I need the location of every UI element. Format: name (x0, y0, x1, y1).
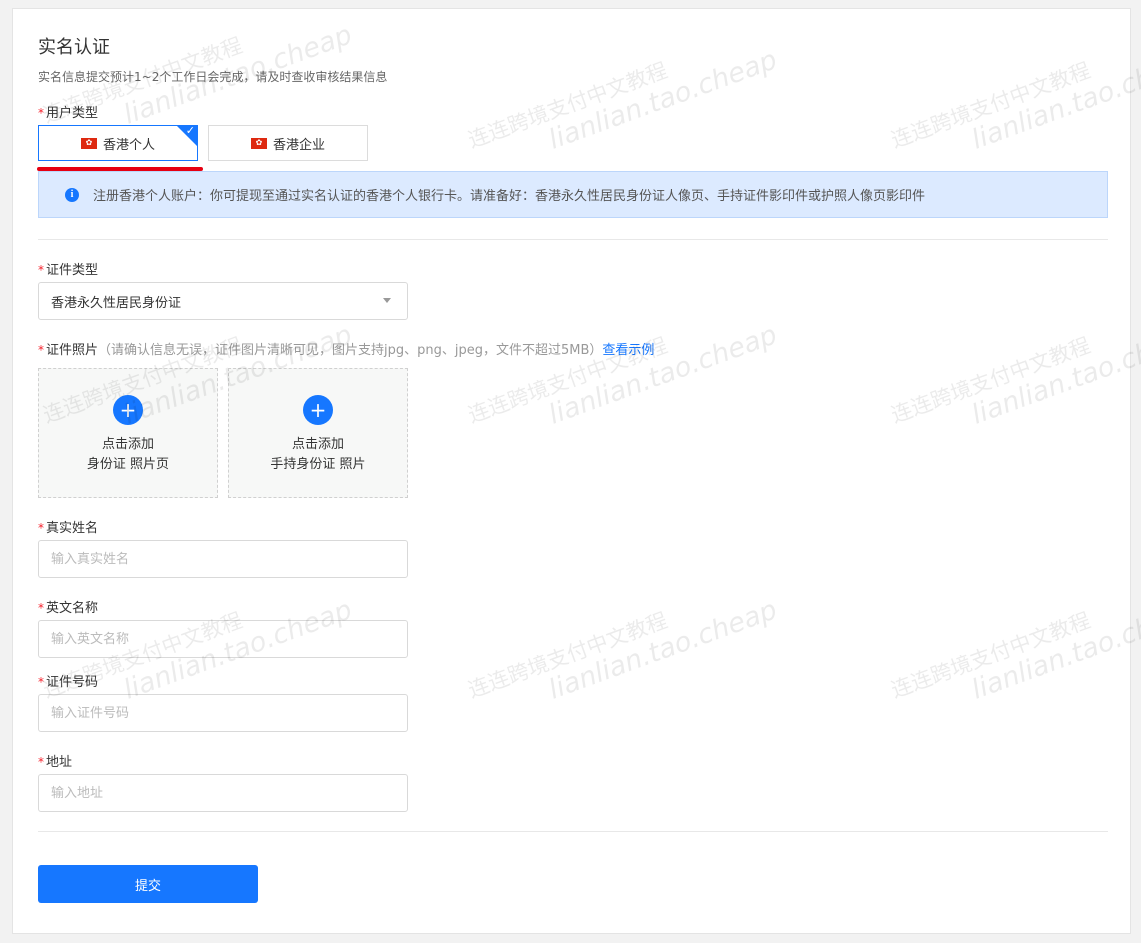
id-type-value: 香港永久性居民身份证 (51, 295, 182, 311)
required-mark: * (38, 263, 44, 277)
user-type-label: * 用户类型 (38, 106, 99, 121)
id-type-label: * 证件类型 (38, 263, 99, 278)
required-mark: * (38, 601, 44, 615)
upload-label-line2: 身份证 照片页 (86, 457, 170, 472)
plus-icon: + (113, 395, 143, 425)
id-photo-hint: （请确认信息无误，证件图片清晰可见，图片支持jpg、png、jpeg，文件不超过… (98, 343, 603, 358)
notice-text: 注册香港个人账户：你可提现至通过实名认证的香港个人银行卡。请准备好：香港永久性居… (93, 189, 926, 204)
english-name-label: * 英文名称 (38, 601, 99, 616)
upload-label-line2: 手持身份证 照片 (270, 457, 366, 472)
info-notice: i 注册香港个人账户：你可提现至通过实名认证的香港个人银行卡。请准备好：香港永久… (38, 171, 1108, 218)
user-type-option-hk-personal[interactable]: ✿ 香港个人 ✓ (38, 125, 198, 161)
id-number-input[interactable] (38, 694, 408, 732)
upload-label-line1: 点击添加 (291, 437, 344, 452)
upload-handheld-id-photo[interactable]: + 点击添加 手持身份证 照片 (228, 368, 408, 498)
required-mark: * (38, 755, 44, 769)
id-type-select[interactable]: 香港永久性居民身份证 (38, 282, 408, 320)
user-type-option-hk-business[interactable]: ✿ 香港企业 (208, 125, 368, 161)
info-icon: i (65, 187, 79, 202)
page-subtitle: 实名信息提交预计1~2个工作日会完成，请及时查收审核结果信息 (38, 70, 388, 84)
address-label: * 地址 (38, 755, 73, 770)
divider (38, 831, 1108, 832)
id-photo-label: * 证件照片（请确认信息无误，证件图片清晰可见，图片支持jpg、png、jpeg，… (38, 343, 655, 358)
check-icon: ✓ (185, 124, 195, 137)
english-name-input[interactable] (38, 620, 408, 658)
submit-button[interactable]: 提交 (38, 865, 258, 903)
id-number-label: * 证件号码 (38, 675, 99, 690)
upload-id-photo-page[interactable]: + 点击添加 身份证 照片页 (38, 368, 218, 498)
required-mark: * (38, 521, 44, 535)
verification-card: 实名认证 实名信息提交预计1~2个工作日会完成，请及时查收审核结果信息 * 用户类… (12, 8, 1131, 934)
user-type-option-label: 香港企业 (272, 137, 325, 153)
required-mark: * (38, 106, 44, 120)
hk-flag-icon: ✿ (250, 137, 267, 149)
required-mark: * (38, 343, 44, 357)
page-title: 实名认证 (38, 37, 110, 58)
hk-flag-icon: ✿ (80, 137, 97, 149)
upload-label-line1: 点击添加 (101, 437, 154, 452)
real-name-label: * 真实姓名 (38, 521, 99, 536)
view-example-link[interactable]: 查看示例 (602, 343, 654, 358)
address-input[interactable] (38, 774, 408, 812)
plus-icon: + (303, 395, 333, 425)
real-name-input[interactable] (38, 540, 408, 578)
caret-down-icon (383, 298, 391, 303)
divider (38, 239, 1108, 240)
required-mark: * (38, 675, 44, 689)
user-type-option-label: 香港个人 (102, 137, 155, 153)
